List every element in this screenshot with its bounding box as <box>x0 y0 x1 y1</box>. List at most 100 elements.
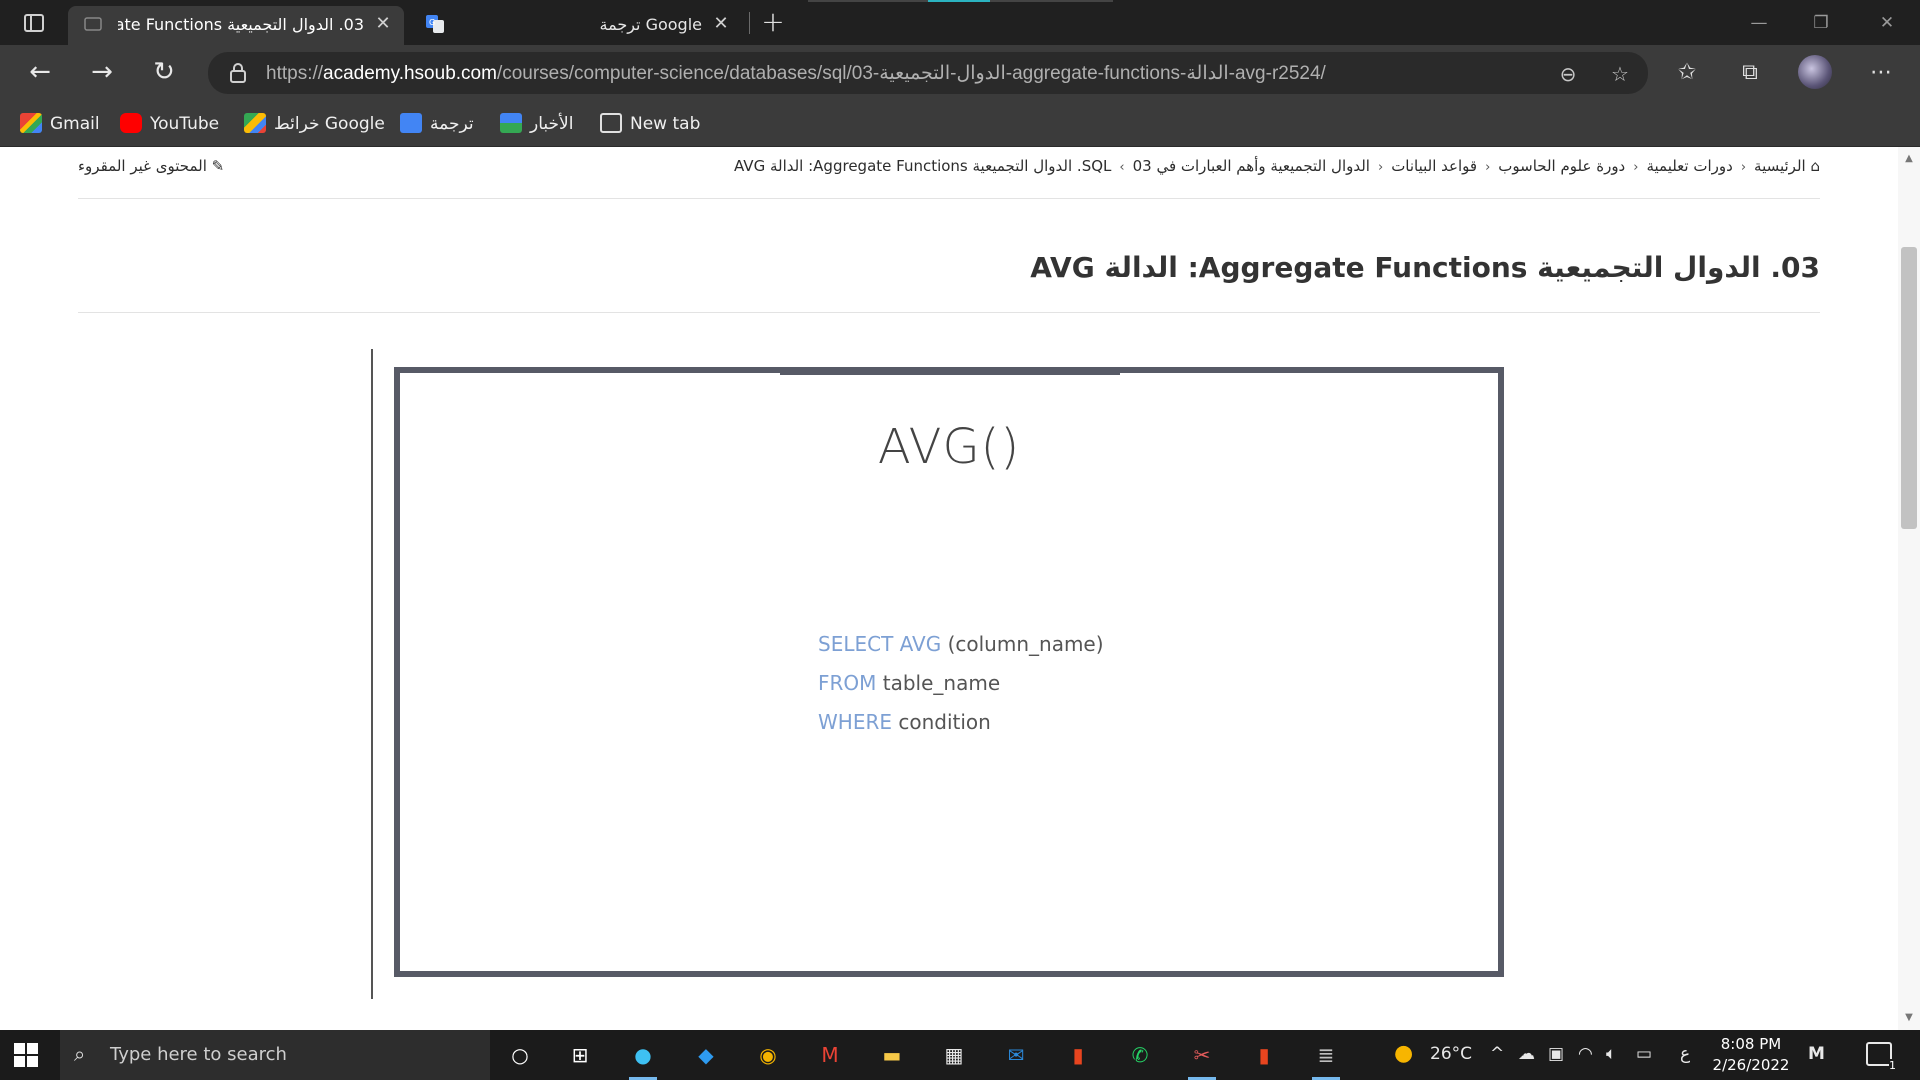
page-scrollbar[interactable]: ▲ ▼ <box>1898 147 1920 1030</box>
minimize-button[interactable]: — <box>1736 6 1782 40</box>
clock-date: 2/26/2022 <box>1712 1056 1790 1074</box>
tab-hsoub[interactable]: 03. الدوال التجميعية Aggregate Functions… <box>68 6 404 45</box>
slide-heading: AVG() <box>877 419 1021 475</box>
page-favicon-icon <box>84 17 102 31</box>
snipping-tool-icon[interactable]: ✂ <box>1182 1038 1222 1080</box>
wifi-icon[interactable]: ◠ <box>1578 1044 1593 1064</box>
svg-text:G: G <box>429 18 435 27</box>
video-slide[interactable]: AVG() SELECT AVG (column_name) FROM tabl… <box>394 367 1504 977</box>
mail-icon[interactable]: ✉ <box>996 1038 1036 1072</box>
newtab-icon <box>600 113 622 133</box>
store-icon[interactable]: ▦ <box>934 1038 974 1072</box>
code-line: WHERE condition <box>818 710 991 734</box>
weather-temp[interactable]: 26°C <box>1430 1044 1472 1064</box>
bookmark-maps[interactable]: خرائط Google <box>244 111 385 137</box>
scroll-thumb[interactable] <box>1901 247 1917 529</box>
volume-icon[interactable]: 🔈︎ <box>1606 1044 1616 1064</box>
collections-icon[interactable]: ⧉ <box>1733 56 1767 90</box>
file-explorer-icon[interactable]: ▬ <box>872 1038 912 1072</box>
new-tab-button[interactable]: + <box>758 8 788 38</box>
maps-icon <box>244 113 266 133</box>
profile-avatar[interactable] <box>1798 55 1832 89</box>
back-icon[interactable]: ← <box>20 55 60 91</box>
page-title: 03. الدوال التجميعية Aggregate Functions… <box>1030 251 1820 284</box>
tab-close-icon[interactable]: ✕ <box>710 13 732 35</box>
address-bar[interactable]: https://academy.hsoub.com/courses/comput… <box>208 52 1648 94</box>
url-scheme: https:// <box>266 63 324 84</box>
breadcrumb-databases[interactable]: قواعد البيانات <box>1391 157 1477 175</box>
battery-icon[interactable]: ▭ <box>1636 1044 1652 1064</box>
breadcrumb-home[interactable]: الرئيسية <box>1754 157 1806 175</box>
tab-translate[interactable]: G Google ترجمة ✕ <box>410 6 742 45</box>
news-icon <box>500 113 522 133</box>
breadcrumb-courses[interactable]: دورات تعليمية <box>1646 157 1732 175</box>
tab-close-icon[interactable]: ✕ <box>372 13 394 35</box>
onedrive-icon[interactable]: ☁ <box>1518 1044 1535 1064</box>
maximize-button[interactable]: ❐ <box>1798 6 1844 40</box>
add-favorite-icon[interactable]: ☆ <box>1606 60 1634 88</box>
divider <box>78 312 1820 313</box>
windows-taskbar: ⌕ Type here to search ○ ⊞ ● ◆ ◉ M ▬ ▦ ✉ … <box>0 1030 1920 1080</box>
url-path: /courses/computer-science/databases/sql/… <box>496 63 1326 84</box>
sql-code-block: SELECT AVG (column_name) FROM table_name… <box>818 625 1104 742</box>
wand-icon: ✎ <box>206 157 225 175</box>
code-line: SELECT AVG (column_name) <box>818 632 1104 656</box>
edge-icon[interactable]: ● <box>623 1038 663 1080</box>
office-2-icon[interactable]: ▮ <box>1244 1038 1284 1072</box>
tab-actions-icon[interactable] <box>18 10 50 36</box>
page-content: ⌂ الرئيسية‹دورات تعليمية‹دورة علوم الحاس… <box>0 147 1920 1030</box>
whatsapp-icon[interactable]: ✆ <box>1120 1038 1160 1072</box>
tab-title: 03. الدوال التجميعية Aggregate Functions <box>118 15 364 34</box>
bookmarks-bar: Gmail YouTube خرائط Google ترجمة الأخبار… <box>0 101 1920 147</box>
weather-icon[interactable]: ● <box>1394 1041 1413 1066</box>
vscode-icon[interactable]: ◆ <box>686 1038 726 1072</box>
breadcrumb: ⌂ الرئيسية‹دورات تعليمية‹دورة علوم الحاس… <box>734 157 1820 175</box>
home-icon[interactable]: ⌂ <box>1806 157 1820 175</box>
bookmark-translate[interactable]: ترجمة <box>400 111 474 137</box>
device-icon[interactable]: ▣ <box>1548 1044 1564 1064</box>
taskbar-search[interactable]: ⌕ Type here to search <box>60 1030 490 1080</box>
refresh-icon[interactable]: ↻ <box>144 55 184 91</box>
notifications-icon[interactable]: 1 <box>1866 1042 1896 1072</box>
tab-title: Google ترجمة <box>599 15 702 34</box>
more-menu-icon[interactable]: ⋯ <box>1864 56 1898 90</box>
url-text[interactable]: https://academy.hsoub.com/courses/comput… <box>266 62 1326 85</box>
task-view-icon[interactable]: ⊞ <box>560 1038 600 1072</box>
clock[interactable]: 8:08 PM 2/26/2022 <box>1706 1034 1796 1076</box>
scroll-down-icon[interactable]: ▼ <box>1903 1012 1915 1024</box>
search-icon: ⌕ <box>74 1042 86 1066</box>
breadcrumb-cs-course[interactable]: دورة علوم الحاسوب <box>1498 157 1625 175</box>
bookmark-gmail[interactable]: Gmail <box>20 111 100 137</box>
language-indicator[interactable]: ع <box>1680 1044 1690 1064</box>
forward-icon[interactable]: → <box>82 55 122 91</box>
screen: 03. الدوال التجميعية Aggregate Functions… <box>0 0 1920 1080</box>
bookmark-youtube[interactable]: YouTube <box>120 111 219 137</box>
browser-toolbar: ← → ↻ https://academy.hsoub.com/courses/… <box>0 45 1920 101</box>
bookmark-news[interactable]: الأخبار <box>500 111 573 137</box>
database-icon[interactable]: ≣ <box>1306 1038 1346 1080</box>
tray-chevron-icon[interactable]: ^ <box>1490 1044 1504 1064</box>
cortana-icon[interactable]: ○ <box>500 1038 540 1072</box>
gmail-icon <box>20 113 42 133</box>
bookmark-new-tab[interactable]: New tab <box>600 111 700 137</box>
slide-accent-bar <box>780 367 1120 375</box>
code-line: FROM table_name <box>818 671 1001 695</box>
meet-now-icon[interactable]: M <box>1808 1044 1825 1064</box>
windows-start-icon[interactable] <box>14 1043 38 1067</box>
lock-icon[interactable] <box>228 62 248 84</box>
close-window-button[interactable]: ✕ <box>1864 6 1910 40</box>
favorites-icon[interactable]: ✩ <box>1670 56 1704 90</box>
chrome-icon[interactable]: ◉ <box>748 1038 788 1072</box>
zoom-out-icon[interactable]: ⊖ <box>1554 60 1582 88</box>
scroll-up-icon[interactable]: ▲ <box>1903 153 1915 165</box>
office-icon[interactable]: ▮ <box>1058 1038 1098 1072</box>
tab-bar: 03. الدوال التجميعية Aggregate Functions… <box>0 0 1920 45</box>
tab-indicator <box>928 0 990 2</box>
video-frame-edge <box>371 349 373 999</box>
divider <box>78 198 1820 199</box>
gmail-app-icon[interactable]: M <box>810 1038 850 1072</box>
unread-content-link[interactable]: ✎ المحتوى غير المقروء <box>78 157 224 175</box>
translate-icon <box>400 113 422 133</box>
youtube-icon <box>120 113 142 133</box>
translate-favicon-icon: G <box>426 15 444 33</box>
